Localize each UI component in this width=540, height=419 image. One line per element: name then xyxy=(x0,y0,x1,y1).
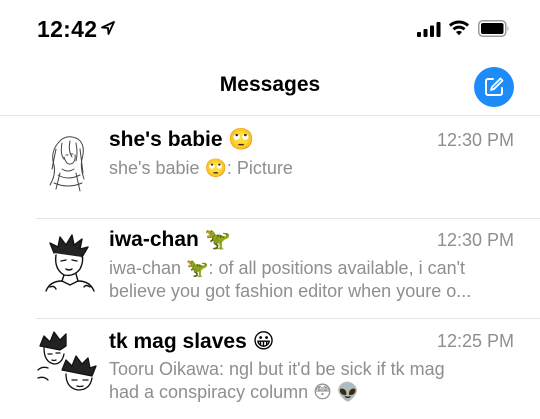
conversation-name: tk mag slaves 😀 xyxy=(109,330,275,353)
preview-line: believe you got fashion editor when your… xyxy=(109,281,472,301)
avatar xyxy=(49,136,85,192)
conversation-row[interactable]: tk mag slaves 😀 12:25 PM Tooru Oikawa: n… xyxy=(0,318,540,419)
avatar xyxy=(45,234,95,292)
location-arrow-icon xyxy=(101,21,115,35)
preview-line: iwa-chan 🦖: of all positions available, … xyxy=(109,258,466,278)
compose-icon xyxy=(485,77,504,96)
preview-line: she's babie 🙄: Picture xyxy=(109,158,293,178)
compose-button[interactable] xyxy=(474,67,514,107)
conversation-row[interactable]: iwa-chan 🦖 12:30 PM iwa-chan 🦖: of all p… xyxy=(0,217,540,319)
cellular-signal-icon xyxy=(417,22,441,37)
conversation-time: 12:30 PM xyxy=(436,230,514,250)
conversation-name: she's babie 🙄 xyxy=(109,128,255,151)
battery-icon xyxy=(478,20,509,37)
conversation-time: 12:30 PM xyxy=(436,130,514,150)
conversation-preview: she's babie 🙄: Picture xyxy=(109,157,515,180)
conversation-preview: Tooru Oikawa: ngl but it'd be sick if tk… xyxy=(109,358,515,404)
preview-line: Tooru Oikawa: ngl but it'd be sick if tk… xyxy=(109,359,445,379)
conversation-time: 12:25 PM xyxy=(436,331,514,351)
conversation-preview: iwa-chan 🦖: of all positions available, … xyxy=(109,257,515,303)
status-time: 12:42 xyxy=(37,16,98,42)
conversation-name: iwa-chan 🦖 xyxy=(109,228,231,251)
wifi-icon xyxy=(449,20,469,36)
page-title: Messages xyxy=(219,73,321,96)
navigation-bar: Messages xyxy=(0,62,540,116)
conversation-row[interactable]: she's babie 🙄 12:30 PM she's babie 🙄: Pi… xyxy=(0,117,540,219)
avatar xyxy=(37,331,97,391)
preview-line: had a conspiracy column 😳 👽 xyxy=(109,382,360,402)
status-bar: 12:42 xyxy=(0,0,540,62)
